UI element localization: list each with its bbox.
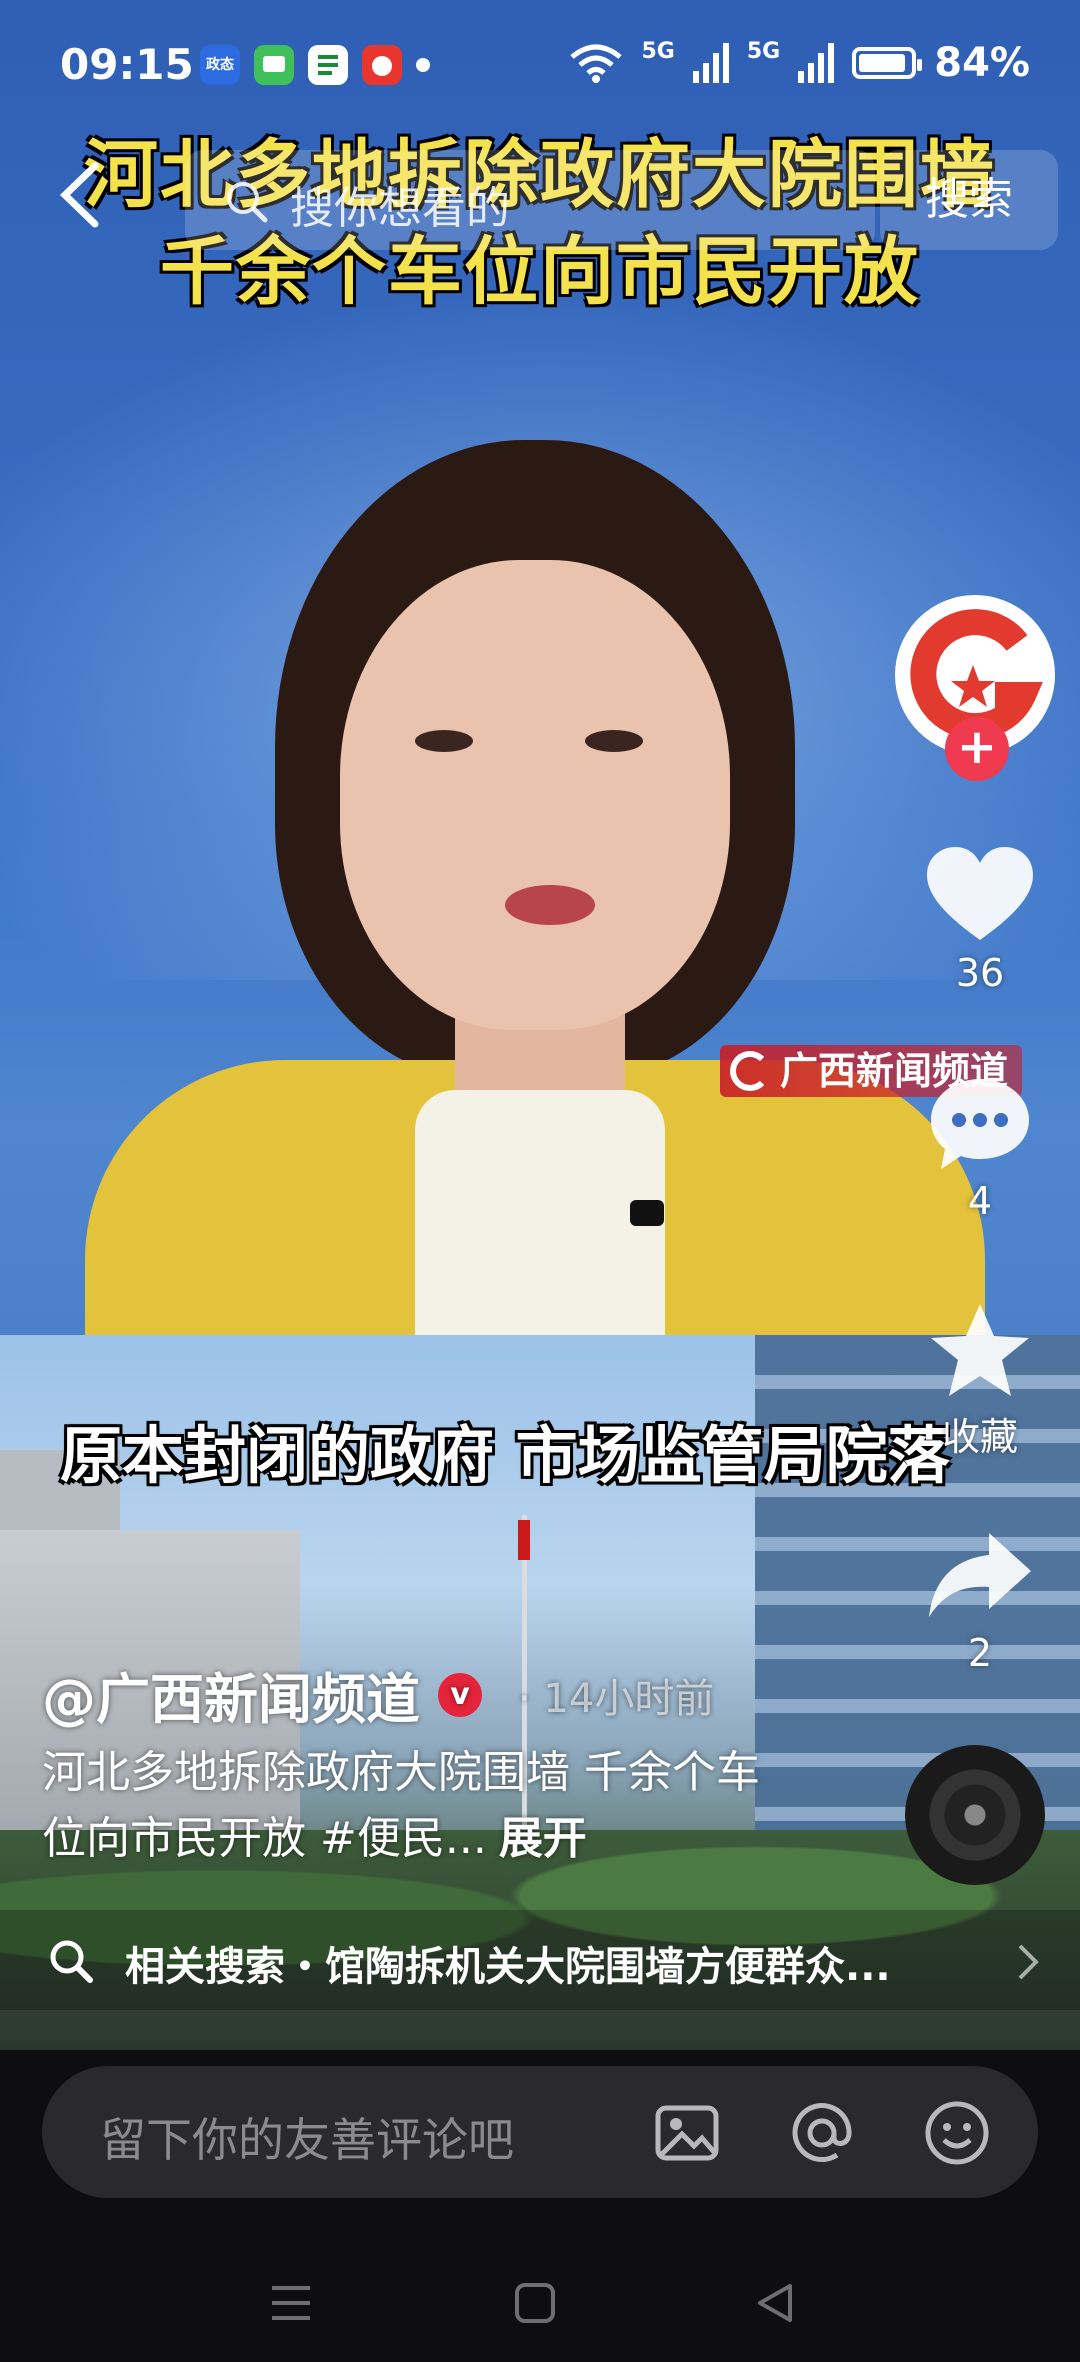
search-input[interactable]: 搜你想看的 <box>185 150 875 250</box>
search-icon <box>227 182 268 223</box>
image-icon[interactable] <box>652 2098 722 2168</box>
battery-level: 84% <box>934 40 1030 86</box>
post-time: · 14小时前 <box>518 1675 715 1722</box>
share-button[interactable]: 2 <box>895 1525 1065 1675</box>
share-count: 2 <box>967 1631 993 1675</box>
video-subtitle: 原本封闭的政府 市场监管局院落 <box>60 1419 950 1492</box>
chevron-right-icon <box>1018 1944 1039 1980</box>
comment-count: 4 <box>967 1179 993 1223</box>
message-icon <box>254 45 294 85</box>
comment-input[interactable]: 留下你的友善评论吧 <box>42 2066 1038 2198</box>
author-row: @广西新闻频道 v · 14小时前 <box>42 1655 714 1734</box>
status-time: 09:15 <box>60 40 194 89</box>
expand-link[interactable]: 展开 <box>499 1813 587 1864</box>
search-icon <box>50 1940 93 1983</box>
home-icon[interactable] <box>512 2280 558 2326</box>
app-icon-2 <box>362 45 402 85</box>
author-name[interactable]: @广西新闻频道 <box>42 1655 420 1734</box>
star-icon <box>931 1304 1029 1396</box>
news-anchor <box>85 440 985 1335</box>
heart-icon <box>927 847 1033 940</box>
related-search-bar[interactable]: 相关搜索・馆陶拆机关大院围墙方便群众... <box>0 1910 1080 2010</box>
favorite-button[interactable]: 收藏 <box>895 1300 1065 1461</box>
share-arrow-icon <box>929 1533 1031 1617</box>
follow-button[interactable]: + <box>945 717 1009 781</box>
flag <box>518 1520 530 1560</box>
wifi-icon <box>569 44 622 83</box>
like-button[interactable]: 36 <box>895 845 1065 995</box>
app-icon-1: 政态 <box>200 45 240 85</box>
bottom-panel: 留下你的友善评论吧 <box>0 2050 1080 2362</box>
back-triangle-icon[interactable] <box>752 2280 798 2326</box>
notification-dot <box>416 58 430 72</box>
comment-button[interactable]: 4 <box>895 1073 1065 1223</box>
related-search-text: 相关搜索・馆陶拆机关大院围墙方便群众... <box>125 1944 891 1990</box>
emoji-icon[interactable] <box>922 2098 992 2168</box>
signal-icon-2: 5G <box>746 38 781 64</box>
favorite-label: 收藏 <box>941 1415 1018 1459</box>
comment-placeholder: 留下你的友善评论吧 <box>100 2113 514 2167</box>
search-button[interactable]: 搜索 <box>880 150 1058 250</box>
status-bar: 09:15 政态 5G 5G 84% <box>0 0 1080 130</box>
signal-bars-icon <box>798 43 835 83</box>
like-count: 36 <box>955 951 1005 995</box>
battery-icon <box>852 47 923 79</box>
music-disc-icon[interactable] <box>905 1745 1045 1885</box>
search-placeholder: 搜你想看的 <box>290 183 510 234</box>
post-icon <box>308 45 348 85</box>
video-description[interactable]: 河北多地拆除政府大院围墙 千余个车位向市民开放 #便民... 展开 <box>42 1740 802 1872</box>
system-nav-bar <box>0 2250 1080 2362</box>
signal-bars-icon <box>692 43 729 83</box>
back-arrow-icon[interactable] <box>55 160 103 230</box>
menu-icon[interactable] <box>268 2280 314 2326</box>
signal-icon-1: 5G <box>641 38 675 64</box>
comment-bubble-icon <box>931 1079 1029 1169</box>
at-mention-icon[interactable] <box>787 2098 857 2168</box>
verified-badge: v <box>438 1672 482 1717</box>
